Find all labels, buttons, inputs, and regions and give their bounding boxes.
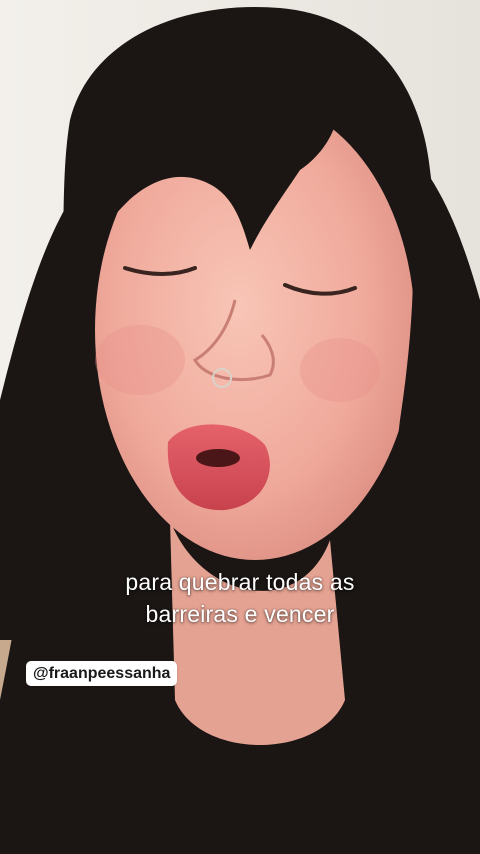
mouth-opening bbox=[196, 449, 240, 467]
mention-sticker[interactable]: @fraanpeessanha bbox=[26, 661, 178, 686]
caption-line-2: barreiras e vencer bbox=[145, 601, 335, 627]
caption-line-1: para quebrar todas as bbox=[125, 569, 355, 595]
story-caption: para quebrar todas as barreiras e vencer bbox=[0, 566, 480, 630]
story-viewer[interactable]: para quebrar todas as barreiras e vencer… bbox=[0, 0, 480, 854]
cheek-right bbox=[300, 338, 380, 402]
story-photo bbox=[0, 0, 480, 854]
cheek-left bbox=[95, 325, 185, 395]
